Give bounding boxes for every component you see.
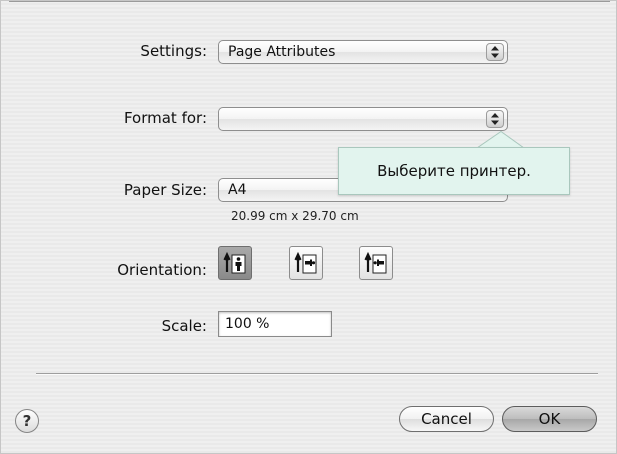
cancel-button[interactable]: Cancel	[399, 406, 494, 432]
landscape-left-orientation-icon	[294, 251, 317, 274]
paper-size-label: Paper Size:	[123, 181, 207, 199]
portrait-orientation-button[interactable]	[218, 246, 252, 280]
format-for-label: Format for:	[123, 109, 207, 127]
settings-label: Settings:	[140, 42, 207, 60]
ok-button[interactable]: OK	[502, 406, 597, 432]
select-printer-tooltip: Выберите принтер.	[338, 147, 570, 195]
updown-arrows-icon	[486, 43, 504, 61]
help-button[interactable]: ?	[15, 409, 39, 433]
paper-dimensions: 20.99 cm x 29.70 cm	[231, 209, 359, 223]
format-for-popup[interactable]	[218, 107, 508, 131]
landscape-right-orientation-button[interactable]	[359, 246, 393, 280]
page-setup-dialog: Settings: Page Attributes Format for: Pa…	[0, 0, 617, 454]
settings-popup[interactable]: Page Attributes	[218, 40, 508, 64]
scale-input[interactable]: 100 %	[218, 311, 332, 337]
separator	[36, 373, 598, 375]
scale-label: Scale:	[161, 317, 207, 335]
settings-value: Page Attributes	[228, 44, 336, 60]
landscape-left-orientation-button[interactable]	[289, 246, 323, 280]
paper-size-value: A4	[228, 182, 247, 198]
landscape-right-orientation-icon	[364, 251, 387, 274]
updown-arrows-icon	[486, 110, 504, 128]
portrait-orientation-icon	[223, 251, 246, 274]
top-border	[9, 1, 610, 2]
orientation-label: Orientation:	[117, 261, 207, 279]
